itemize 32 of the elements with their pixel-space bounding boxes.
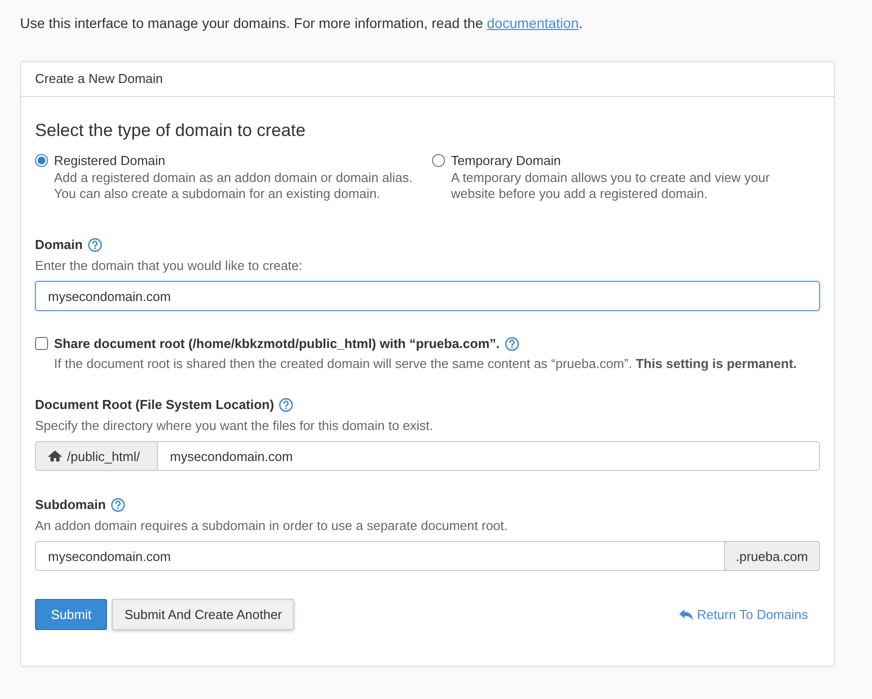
field-label: Subdomain [35, 496, 106, 514]
home-icon [48, 450, 62, 462]
checkbox-note: If the document root is shared then the created domain will serve the same content as “prueba.com”. This setting is permanent. [54, 355, 798, 373]
option-description: Add a registered domain as an addon domain or domain alias. You can also create a subdomain for an existing domain. [54, 170, 414, 202]
domain-suffix: .prueba.com [724, 541, 820, 571]
help-icon[interactable] [279, 398, 294, 412]
prefix-text: /public_html/ [67, 448, 140, 464]
return-link[interactable]: Return To Domains [678, 607, 808, 622]
field-label: Document Root (File System Location) [35, 396, 274, 414]
section-heading: Select the type of domain to create [35, 119, 306, 141]
field-hint: Enter the domain that you would like to create: [35, 257, 304, 275]
submit-button[interactable]: Submit [35, 599, 108, 630]
field-hint: An addon domain requires a subdomain in order to use a separate document root. [35, 517, 509, 535]
input-field[interactable]: mysecondomain.com [35, 541, 725, 571]
intro-text: Use this interface to manage your domains. For more information, read the documentation. [20, 14, 584, 32]
radio-label[interactable]: Temporary Domain [451, 153, 561, 168]
field-label: Domain [35, 236, 83, 254]
checkbox[interactable] [35, 337, 48, 350]
panel-title: Create a New Domain [35, 71, 163, 86]
radio-button[interactable] [35, 154, 48, 167]
radio-label[interactable]: Registered Domain [54, 153, 166, 168]
input-field[interactable]: mysecondomain.com [35, 281, 820, 311]
help-icon[interactable] [88, 238, 102, 252]
help-icon[interactable] [110, 498, 125, 512]
reply-icon [678, 608, 693, 620]
field-hint: Specify the directory where you want the files for this domain to exist. [35, 417, 434, 435]
help-icon[interactable] [504, 337, 519, 351]
radio-button[interactable] [432, 154, 445, 167]
secondary-button[interactable]: Submit And Create Another [112, 599, 294, 630]
option-description: A temporary domain allows you to create and view your website before you add a registered domain. [451, 170, 771, 202]
input-field[interactable]: mysecondomain.com [157, 441, 820, 471]
checkbox-label[interactable]: Share document root (/home/kbkzmotd/public_html) with “prueba.com”. [54, 335, 500, 353]
